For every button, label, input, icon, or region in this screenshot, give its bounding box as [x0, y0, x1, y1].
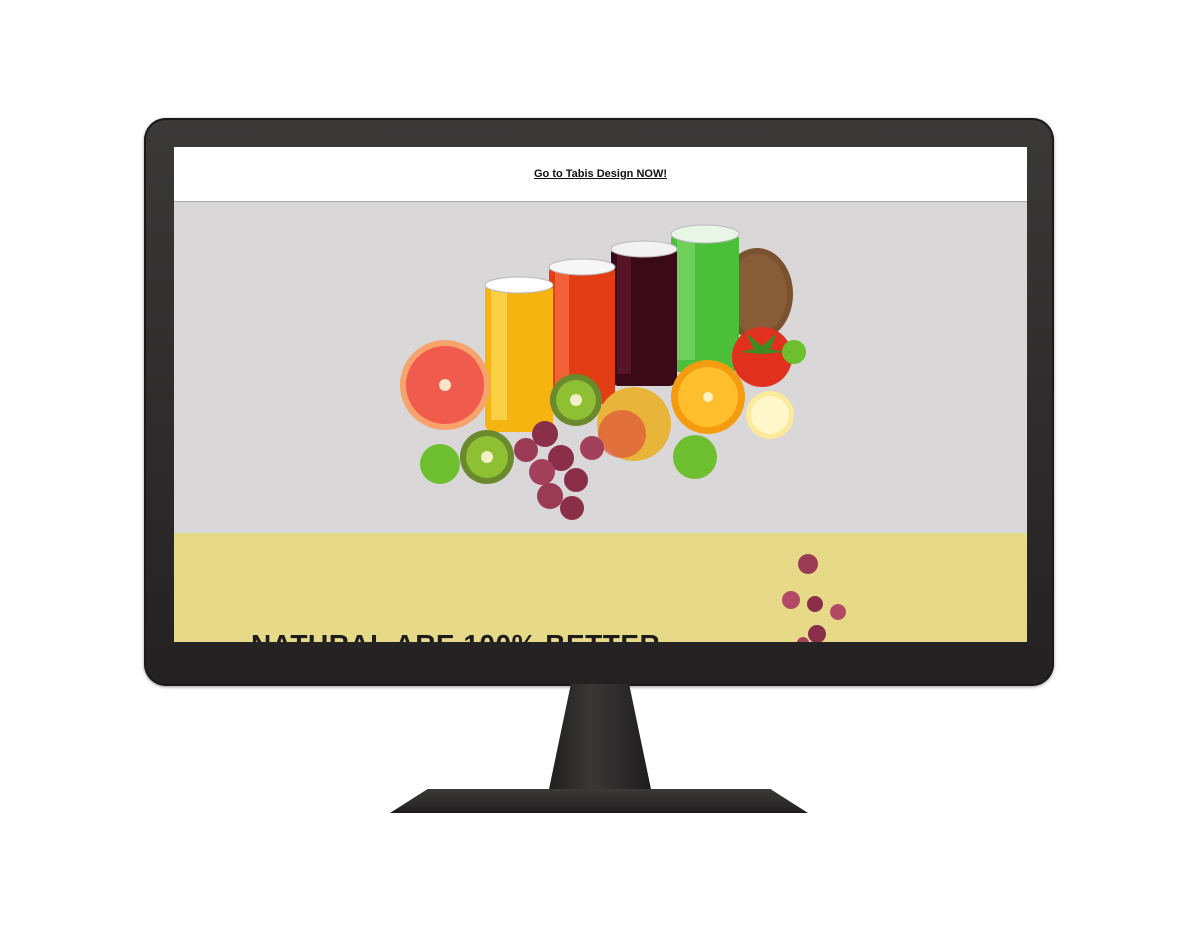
section-headline: NATURAL ARE 100% BETTER	[251, 629, 660, 642]
hero-section	[174, 202, 1027, 533]
top-bar: Go to Tabis Design NOW!	[174, 147, 1027, 202]
monitor-mockup: Go to Tabis Design NOW!	[0, 0, 1200, 930]
tabis-design-link[interactable]: Go to Tabis Design NOW!	[534, 168, 667, 180]
monitor-stand-base	[390, 789, 808, 813]
monitor-stand-neck	[548, 684, 652, 794]
natural-section: NATURAL ARE 100% BETTER	[174, 533, 1027, 642]
monitor-screen: Go to Tabis Design NOW!	[174, 147, 1027, 642]
fruit-juice-image	[400, 224, 806, 520]
falling-grapes-image	[782, 554, 846, 642]
